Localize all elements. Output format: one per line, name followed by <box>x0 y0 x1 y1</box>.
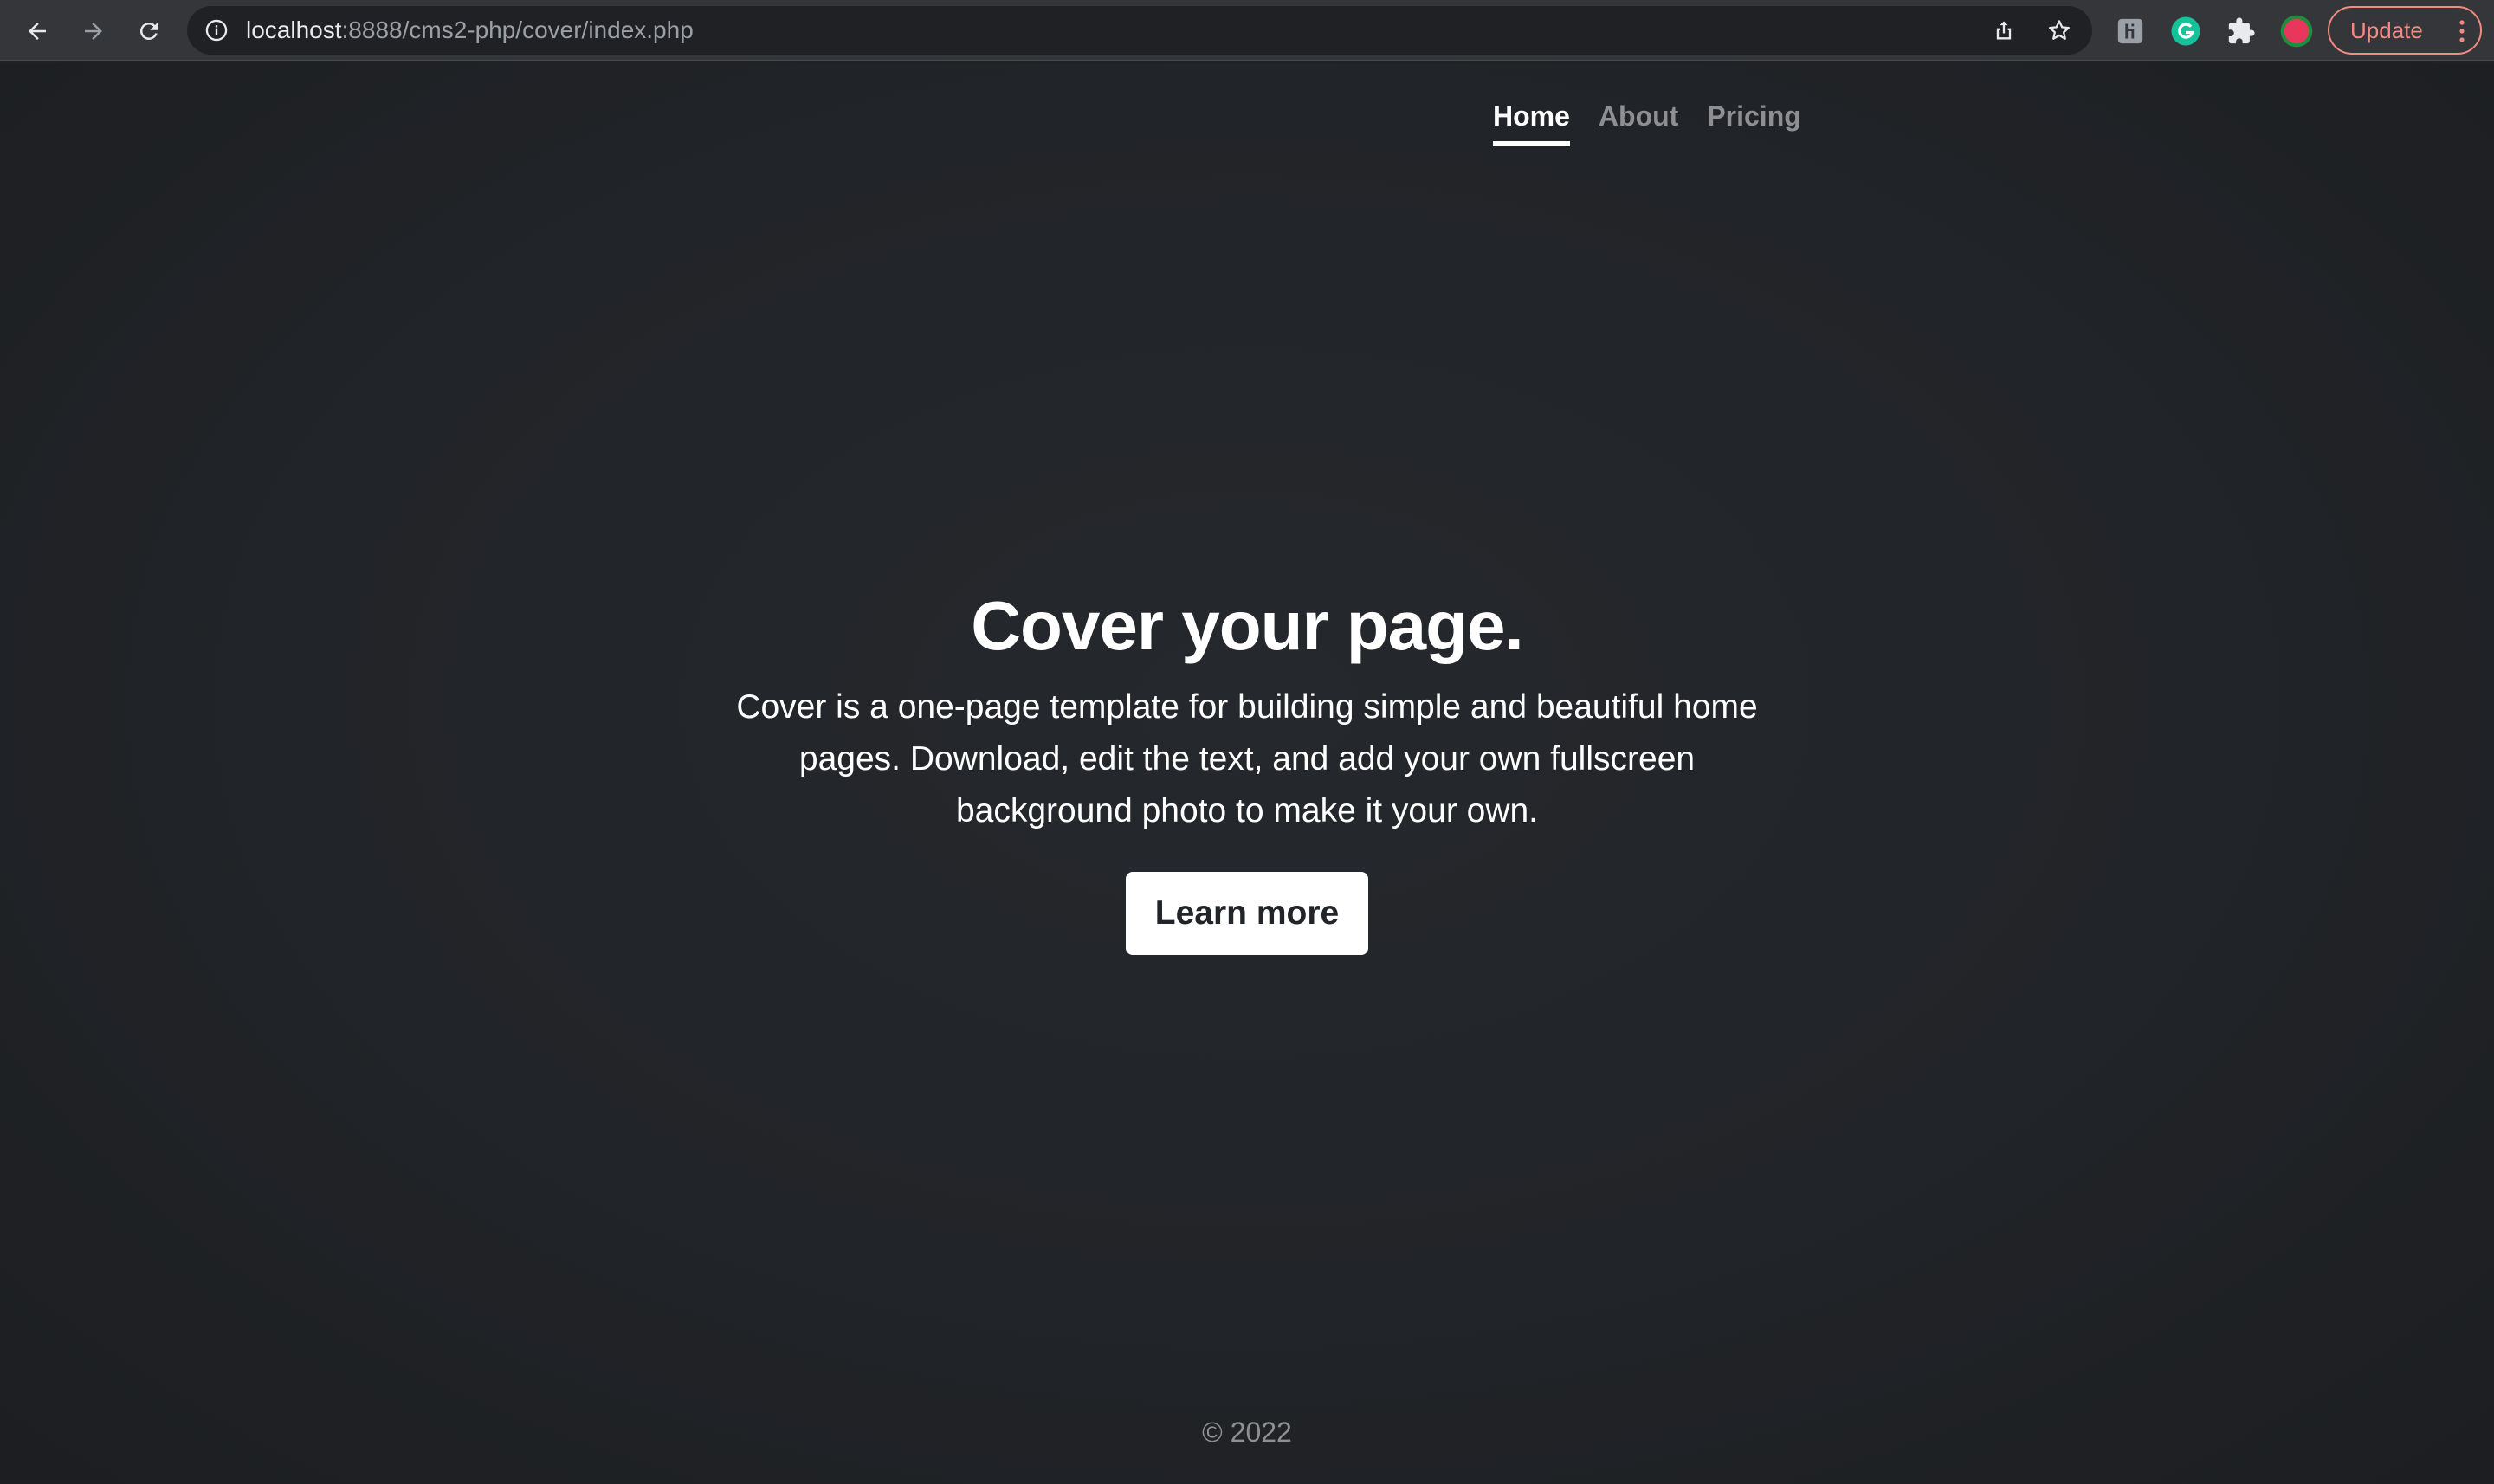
grammarly-icon <box>2171 16 2200 46</box>
browser-toolbar: localhost:8888/cms2-php/cover/index.php <box>0 0 2494 61</box>
puzzle-icon <box>2228 17 2255 44</box>
star-icon <box>2049 20 2070 40</box>
learn-more-button[interactable]: Learn more <box>1125 872 1369 955</box>
hero-lead: Cover is a one-page template for buildin… <box>736 688 1758 829</box>
back-button[interactable] <box>18 12 56 50</box>
hero-section: Cover your page. Cover is a one-page tem… <box>0 583 2494 955</box>
url-host: localhost <box>246 16 342 43</box>
profile-avatar-icon <box>2280 15 2313 48</box>
footer: © 2022 <box>0 1416 2494 1449</box>
more-vert-icon <box>2459 20 2465 42</box>
reload-icon <box>139 22 158 40</box>
share-icon <box>1996 21 2012 40</box>
url-text[interactable]: localhost:8888/cms2-php/cover/index.php <box>246 6 694 55</box>
share-button[interactable] <box>1988 15 2019 46</box>
url-path: :8888/cms2-php/cover/index.php <box>341 16 694 43</box>
forward-button[interactable] <box>74 12 113 50</box>
nav-link-home[interactable]: Home <box>1493 100 1570 146</box>
bookmark-button[interactable] <box>2044 15 2075 46</box>
back-arrow-icon <box>29 23 46 40</box>
main-nav: Home About Pricing <box>1493 100 1801 146</box>
grammarly-button[interactable] <box>2168 14 2203 48</box>
cover-page: Home About Pricing Cover your page. Cove… <box>0 63 2494 1484</box>
copyright-text: © 2022 <box>1202 1416 1292 1448</box>
update-button[interactable]: Update <box>2328 6 2482 55</box>
profile-button[interactable] <box>2279 14 2314 48</box>
forward-arrow-icon <box>85 23 102 40</box>
nav-link-pricing[interactable]: Pricing <box>1707 100 1800 146</box>
extension-button-1[interactable] <box>2113 14 2148 48</box>
info-icon[interactable] <box>204 18 229 42</box>
update-label: Update <box>2350 16 2423 43</box>
reload-button[interactable] <box>130 12 168 50</box>
nav-link-about[interactable]: About <box>1599 100 1678 146</box>
extension-icon <box>2117 18 2143 44</box>
extensions-menu-button[interactable] <box>2224 14 2258 48</box>
address-bar[interactable]: localhost:8888/cms2-php/cover/index.php <box>187 6 2092 55</box>
hero-title: Cover your page. <box>971 587 1524 664</box>
